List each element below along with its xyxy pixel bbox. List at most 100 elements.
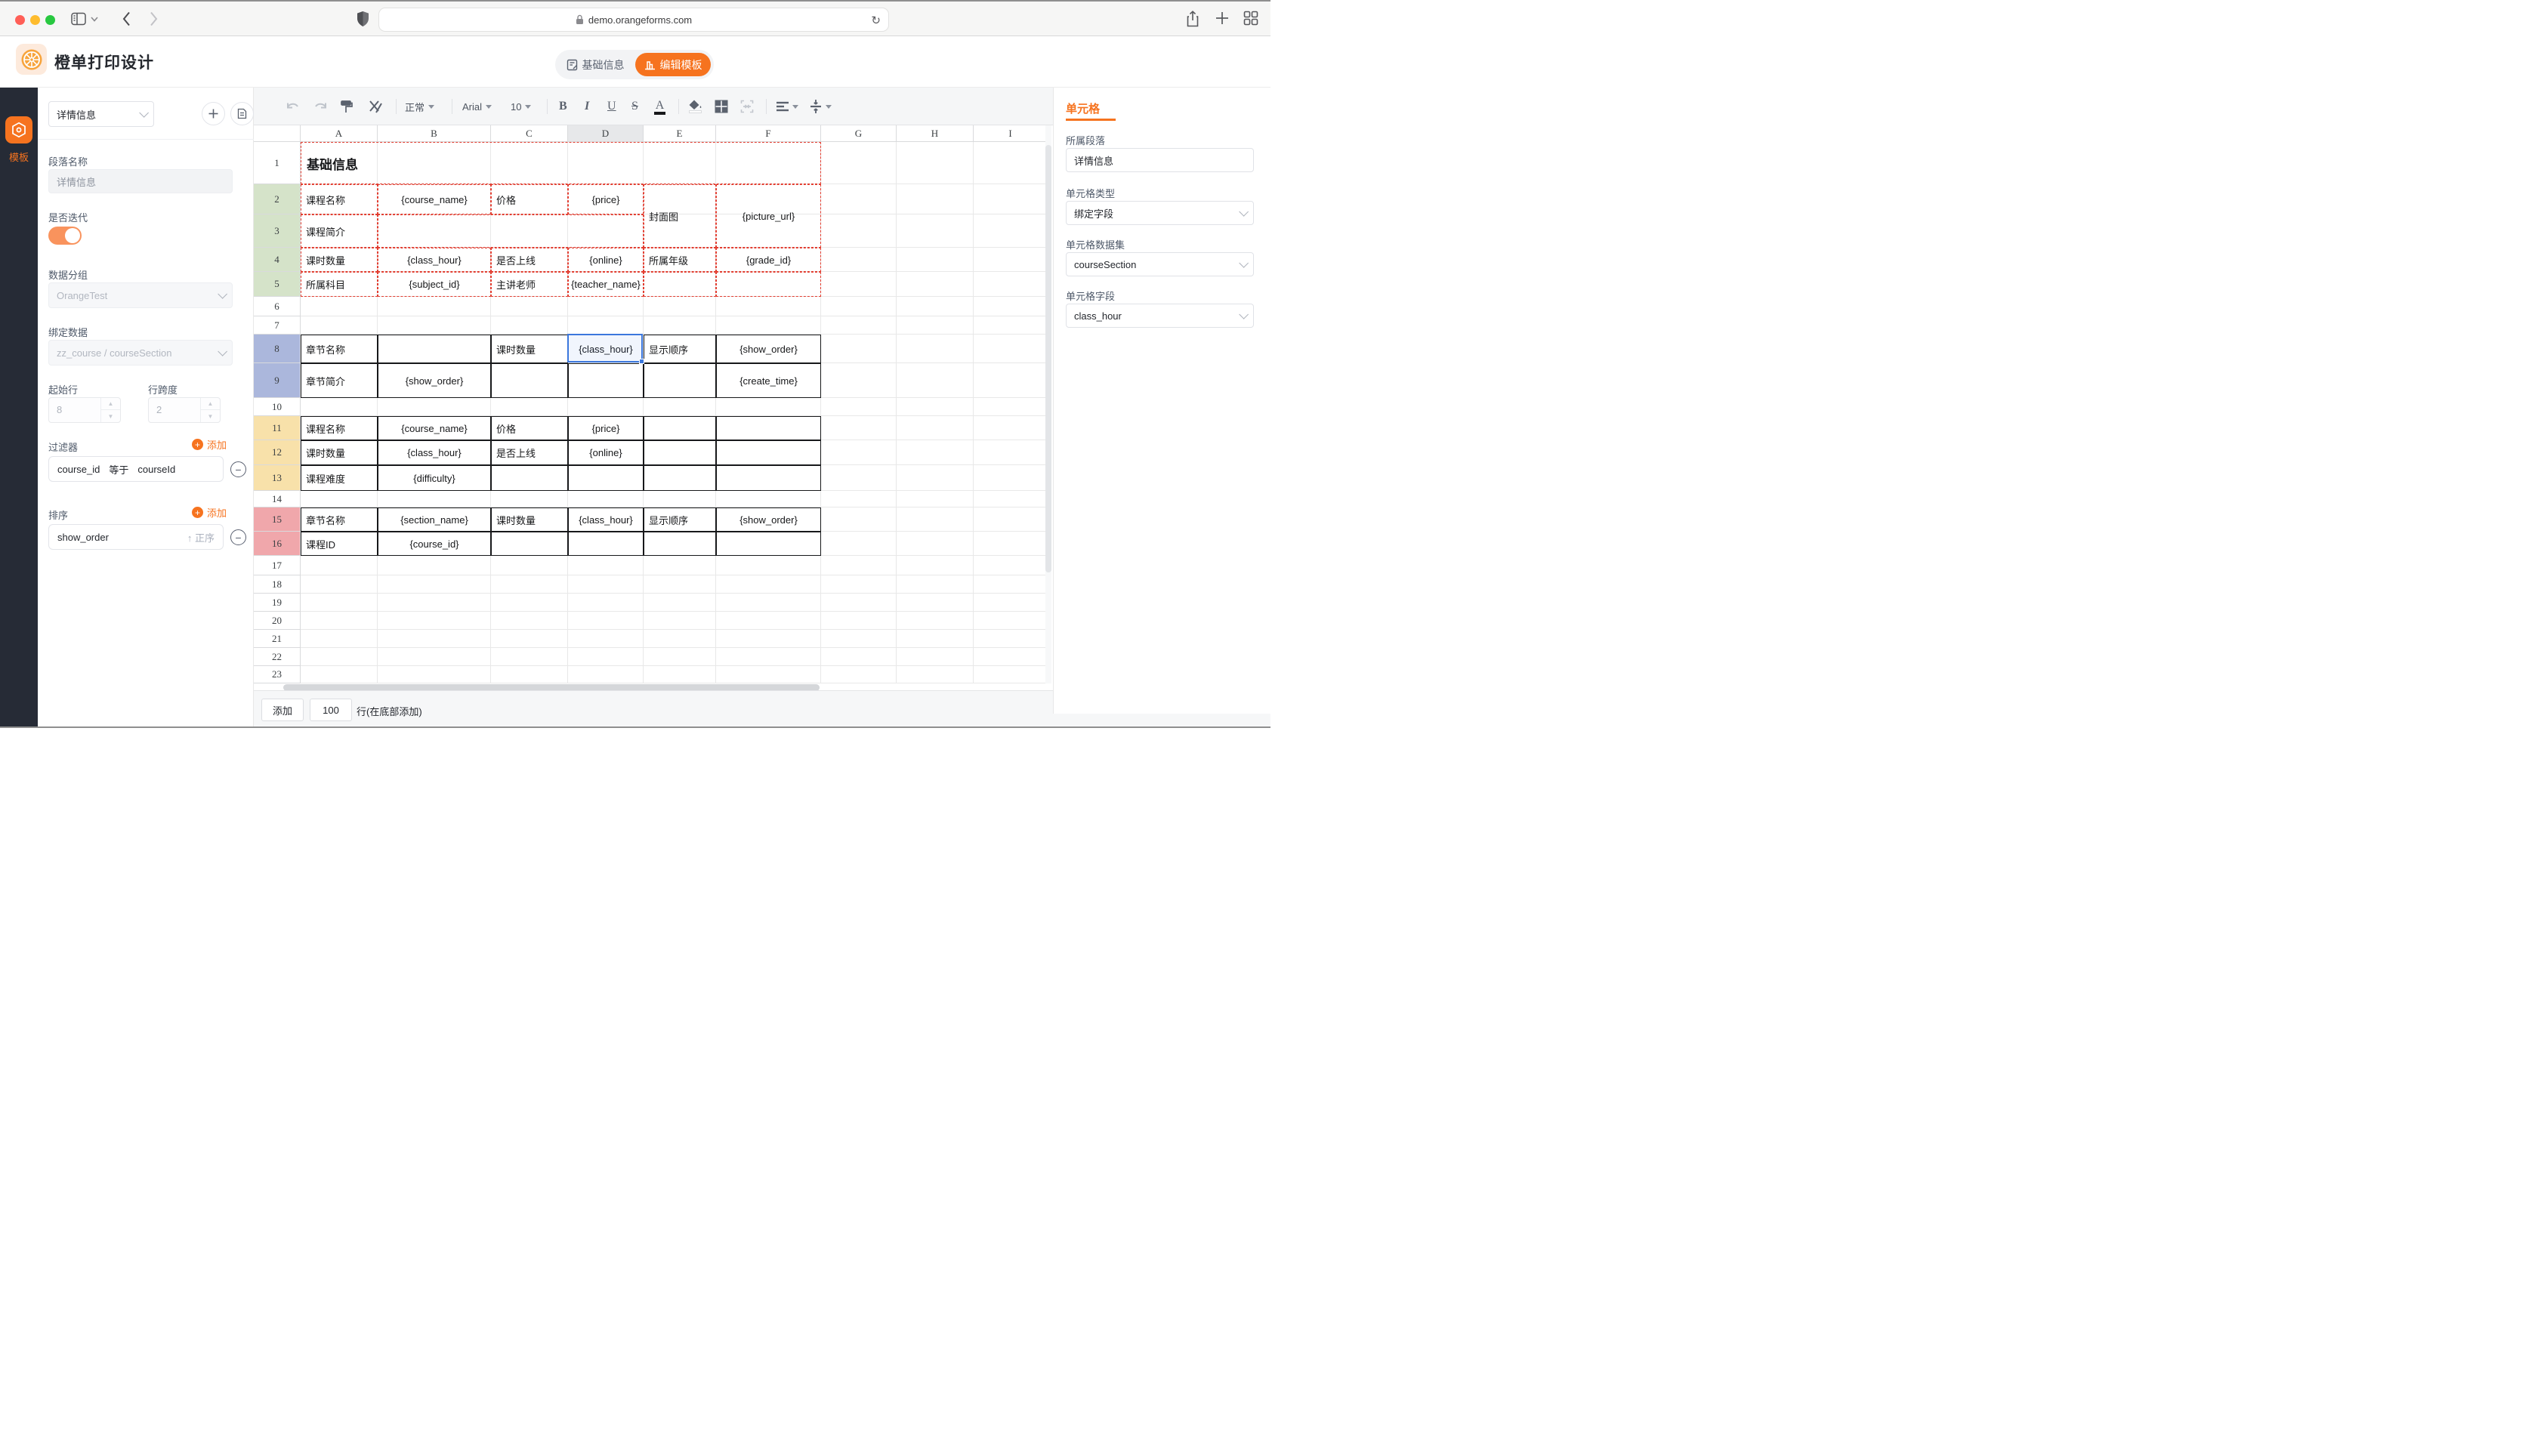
dashed-cell-F5[interactable] xyxy=(716,272,821,297)
cell-B5[interactable]: {subject_id} xyxy=(378,272,491,297)
cell-A5[interactable]: 所属科目 xyxy=(301,272,378,297)
add-sort-link[interactable]: + 添加 xyxy=(192,505,227,520)
sheet-corner-cell[interactable] xyxy=(254,125,301,142)
horizontal-align-dropdown[interactable] xyxy=(777,88,798,125)
cell-F2:F3[interactable]: {picture_url} xyxy=(716,184,821,248)
cell-A3[interactable]: 课程简介 xyxy=(301,214,378,248)
cell-A12[interactable]: 课时数量 xyxy=(301,440,378,465)
row-header-16[interactable]: 16 xyxy=(254,532,301,556)
new-tab-icon[interactable] xyxy=(1215,11,1230,26)
selection-fill-handle[interactable] xyxy=(639,359,644,364)
cell-B4[interactable]: {class_hour} xyxy=(378,248,491,272)
dashed-cell-E5[interactable] xyxy=(644,272,716,297)
paragraph-name-input[interactable] xyxy=(48,169,233,193)
add-paragraph-button[interactable] xyxy=(202,102,225,125)
column-header-E[interactable]: E xyxy=(644,125,716,142)
cell-A15[interactable]: 章节名称 xyxy=(301,507,378,532)
cell-C2[interactable]: 价格 xyxy=(491,184,568,214)
reload-icon[interactable]: ↻ xyxy=(871,14,881,27)
row-header-14[interactable]: 14 xyxy=(254,491,301,507)
cell-C15[interactable]: 课时数量 xyxy=(491,507,568,532)
iterate-toggle[interactable] xyxy=(48,227,82,245)
row-header-6[interactable]: 6 xyxy=(254,297,301,316)
strikethrough-icon[interactable]: S xyxy=(631,88,638,125)
solid-cell-D13[interactable] xyxy=(568,465,644,491)
row-header-23[interactable]: 23 xyxy=(254,666,301,683)
solid-cell-F12[interactable] xyxy=(716,440,821,465)
column-header-B[interactable]: B xyxy=(378,125,491,142)
cell-style-dropdown[interactable]: 正常 xyxy=(405,88,434,125)
row-header-20[interactable]: 20 xyxy=(254,612,301,630)
stepper-down-icon[interactable]: ▼ xyxy=(201,410,220,422)
format-painter-icon[interactable] xyxy=(340,88,353,125)
column-header-I[interactable]: I xyxy=(974,125,1048,142)
row-header-11[interactable]: 11 xyxy=(254,416,301,440)
undo-icon[interactable] xyxy=(286,88,301,125)
merge-cells-icon[interactable] xyxy=(740,88,754,125)
borders-icon[interactable] xyxy=(715,88,728,125)
solid-cell-E11[interactable] xyxy=(644,416,716,440)
row-header-7[interactable]: 7 xyxy=(254,316,301,335)
cell-C4[interactable]: 是否上线 xyxy=(491,248,568,272)
redo-icon[interactable] xyxy=(313,88,328,125)
cell-B13[interactable]: {difficulty} xyxy=(378,465,491,491)
row-header-10[interactable]: 10 xyxy=(254,398,301,416)
cell-E2:E3[interactable]: 封面图 xyxy=(644,184,716,248)
row-header-13[interactable]: 13 xyxy=(254,465,301,491)
solid-cell-D9[interactable] xyxy=(568,363,644,398)
tab-edit-template[interactable]: 编辑模板 xyxy=(635,53,711,76)
add-filter-link[interactable]: + 添加 xyxy=(192,437,227,452)
paragraph-select[interactable]: 详情信息 xyxy=(48,101,154,127)
row-header-8[interactable]: 8 xyxy=(254,335,301,363)
solid-cell-E16[interactable] xyxy=(644,532,716,556)
address-bar[interactable]: demo.orangeforms.com ↻ xyxy=(378,8,889,32)
row-header-17[interactable]: 17 xyxy=(254,556,301,575)
cell-dataset-select[interactable]: courseSection xyxy=(1066,252,1254,276)
cell-A16[interactable]: 课程ID xyxy=(301,532,378,556)
cell-B11[interactable]: {course_name} xyxy=(378,416,491,440)
solid-cell-B8[interactable] xyxy=(378,335,491,363)
italic-icon[interactable]: I xyxy=(585,88,589,125)
cell-D15[interactable]: {class_hour} xyxy=(568,507,644,532)
column-header-C[interactable]: C xyxy=(491,125,568,142)
cell-C8[interactable]: 课时数量 xyxy=(491,335,568,363)
row-header-9[interactable]: 9 xyxy=(254,363,301,398)
forward-icon[interactable] xyxy=(150,11,158,26)
row-header-3[interactable]: 3 xyxy=(254,214,301,248)
cell-B15[interactable]: {section_name} xyxy=(378,507,491,532)
stepper-up-icon[interactable]: ▲ xyxy=(101,398,120,410)
cell-D12[interactable]: {online} xyxy=(568,440,644,465)
cell-C11[interactable]: 价格 xyxy=(491,416,568,440)
row-header-22[interactable]: 22 xyxy=(254,648,301,666)
row-header-4[interactable]: 4 xyxy=(254,248,301,272)
cell-A11[interactable]: 课程名称 xyxy=(301,416,378,440)
window-close-button[interactable] xyxy=(15,15,25,25)
filter-rule-item[interactable]: course_id 等于 courseId xyxy=(48,456,224,482)
vertical-scrollbar-thumb[interactable] xyxy=(1045,145,1051,572)
cell-D11[interactable]: {price} xyxy=(568,416,644,440)
solid-cell-F11[interactable] xyxy=(716,416,821,440)
cell-A8[interactable]: 章节名称 xyxy=(301,335,378,363)
row-count-input[interactable] xyxy=(310,699,352,721)
sort-rule-item[interactable]: show_order ↑ 正序 xyxy=(48,524,224,550)
back-icon[interactable] xyxy=(122,11,131,26)
solid-cell-F13[interactable] xyxy=(716,465,821,491)
solid-cell-E12[interactable] xyxy=(644,440,716,465)
share-icon[interactable] xyxy=(1186,11,1199,27)
cell-D5[interactable]: {teacher_name} xyxy=(568,272,644,297)
column-header-D[interactable]: D xyxy=(568,125,644,142)
column-header-G[interactable]: G xyxy=(821,125,897,142)
add-rows-button[interactable]: 添加 xyxy=(261,699,304,721)
cell-B12[interactable]: {class_hour} xyxy=(378,440,491,465)
cell-B16[interactable]: {course_id} xyxy=(378,532,491,556)
font-color-icon[interactable]: A xyxy=(654,88,665,125)
solid-cell-D16[interactable] xyxy=(568,532,644,556)
selected-cell-D8[interactable] xyxy=(567,334,643,362)
row-header-15[interactable]: 15 xyxy=(254,507,301,532)
cell-E8[interactable]: 显示顺序 xyxy=(644,335,716,363)
bold-icon[interactable]: B xyxy=(559,88,567,125)
cell-field-select[interactable]: class_hour xyxy=(1066,304,1254,328)
cell-A4[interactable]: 课时数量 xyxy=(301,248,378,272)
clear-format-icon[interactable] xyxy=(367,88,382,125)
font-size-dropdown[interactable]: 10 xyxy=(511,88,531,125)
